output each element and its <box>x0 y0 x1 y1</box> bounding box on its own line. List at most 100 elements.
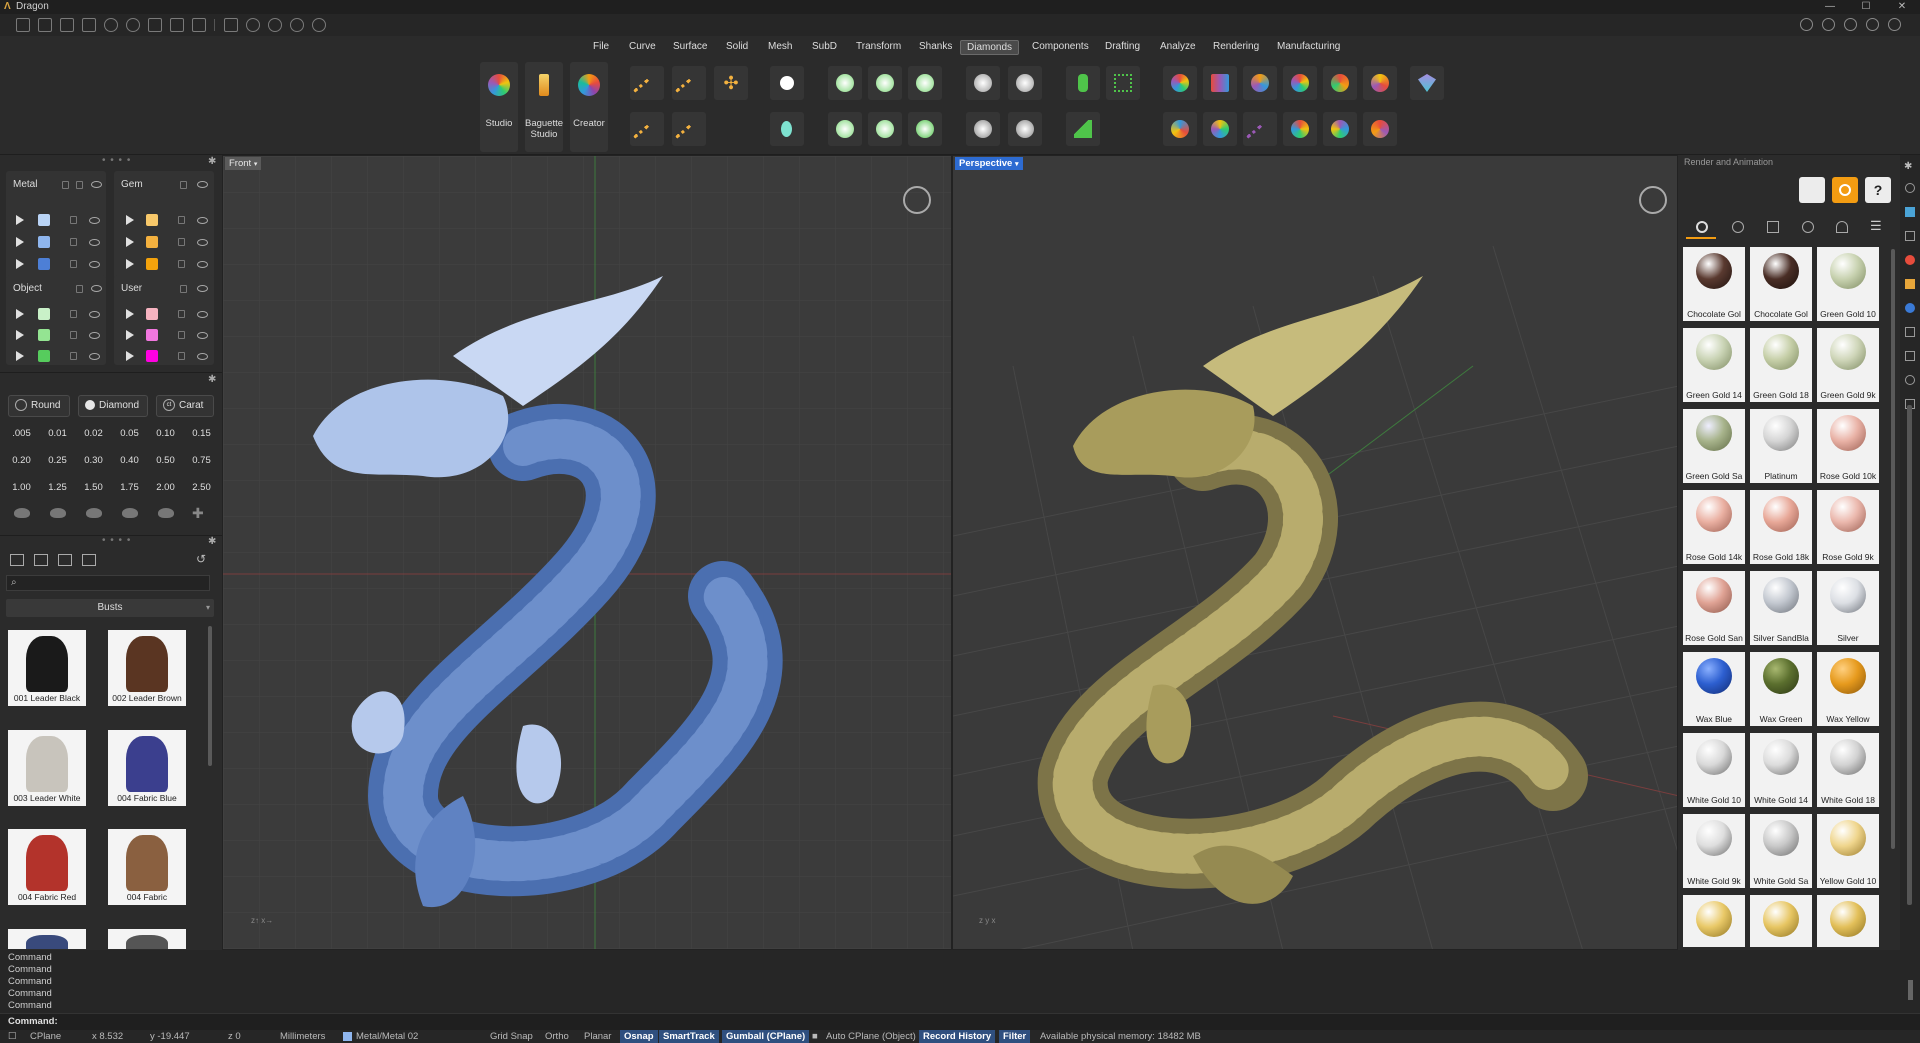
diamond-gem-type-button[interactable]: Diamond <box>78 395 148 417</box>
creator-button[interactable]: Creator <box>570 62 608 152</box>
library-item[interactable] <box>108 929 186 949</box>
gem-palette-button[interactable] <box>1283 66 1317 100</box>
panel-icon[interactable] <box>1800 18 1813 31</box>
prong-grid-button[interactable] <box>1106 66 1140 100</box>
material-item[interactable]: Green Gold Sa <box>1683 409 1745 483</box>
eye-icon[interactable] <box>89 239 100 246</box>
gem-size-cell[interactable]: 1.25 <box>42 477 73 499</box>
planar-toggle[interactable]: Planar <box>584 1030 611 1043</box>
channel-setting-button[interactable] <box>868 112 902 146</box>
material-item[interactable]: Rose Gold 10k <box>1817 409 1879 483</box>
eye-icon[interactable] <box>197 285 208 292</box>
gem-filter-button[interactable] <box>1363 66 1397 100</box>
menu-drafting[interactable]: Drafting <box>1099 40 1146 53</box>
light-icon[interactable] <box>1905 303 1915 313</box>
material-item[interactable] <box>1817 895 1879 947</box>
oval-gem-button[interactable] <box>770 112 804 146</box>
menu-subd[interactable]: SubD <box>806 40 843 53</box>
gear-icon[interactable]: ✱ <box>208 536 216 547</box>
layer-expand-icon[interactable] <box>126 351 134 361</box>
library-item[interactable]: 001 Leader Black <box>8 630 86 706</box>
material-item[interactable]: Green Gold 18 <box>1750 328 1812 402</box>
join-tool-icon[interactable] <box>290 18 304 32</box>
bezel-setting-button[interactable] <box>868 66 902 100</box>
layer-color-swatch[interactable] <box>146 329 158 341</box>
layer-color-swatch[interactable] <box>146 214 158 226</box>
import-folder-icon[interactable] <box>58 554 72 566</box>
material-item[interactable]: Chocolate Gol <box>1750 247 1812 321</box>
material-item[interactable]: White Gold 18 <box>1817 733 1879 807</box>
gem-size-cell[interactable]: 2.00 <box>150 477 181 499</box>
material-item[interactable]: Wax Yellow <box>1817 652 1879 726</box>
refresh-icon[interactable]: ↺ <box>196 552 206 566</box>
gem-size-cell[interactable]: 0.02 <box>78 423 109 445</box>
render-button[interactable] <box>1832 177 1858 203</box>
layer-expand-icon[interactable] <box>126 215 134 225</box>
cutter-tool-button[interactable] <box>1066 112 1100 146</box>
lock-icon[interactable] <box>178 331 185 339</box>
lock-icon[interactable] <box>180 285 187 293</box>
lock-icon[interactable] <box>180 181 187 189</box>
command-scrollbar[interactable] <box>1908 980 1913 1000</box>
render-settings-icon[interactable]: ☰ <box>1870 218 1882 234</box>
new-template-icon[interactable] <box>38 18 52 32</box>
osnap-toggle[interactable]: Osnap <box>620 1030 658 1043</box>
layer-color-swatch[interactable] <box>38 329 50 341</box>
gem-shape-icon[interactable] <box>50 508 66 518</box>
gem-size-cell[interactable]: 0.25 <box>42 450 73 472</box>
eye-icon[interactable] <box>197 217 208 224</box>
eye-icon[interactable] <box>89 261 100 268</box>
panel-grip[interactable]: • • • • <box>102 155 131 166</box>
eye-icon[interactable] <box>197 181 208 188</box>
eye-icon[interactable] <box>197 332 208 339</box>
environment-tab-icon[interactable] <box>1732 221 1744 233</box>
material-item[interactable]: Rose Gold 9k <box>1817 490 1879 564</box>
material-icon[interactable] <box>1905 279 1915 289</box>
gem-size-cell[interactable]: 0.15 <box>186 423 217 445</box>
lock-icon[interactable] <box>70 216 77 224</box>
layer-expand-icon[interactable] <box>16 309 24 319</box>
menu-components[interactable]: Components <box>1026 40 1095 53</box>
layer-expand-icon[interactable] <box>126 309 134 319</box>
layer-color-swatch[interactable] <box>146 350 158 362</box>
pave-surface-button[interactable] <box>966 112 1000 146</box>
carat-gem-type-button[interactable]: ct Carat <box>156 395 214 417</box>
lock-icon[interactable] <box>70 310 77 318</box>
gem-size-cell[interactable]: 1.50 <box>78 477 109 499</box>
eye-icon[interactable] <box>197 311 208 318</box>
lock-icon[interactable] <box>70 331 77 339</box>
gem-select-button[interactable] <box>1323 66 1357 100</box>
lock-icon[interactable] <box>70 238 77 246</box>
menu-curve[interactable]: Curve <box>623 40 662 53</box>
eye-icon[interactable] <box>89 311 100 318</box>
material-item[interactable]: Rose Gold San <box>1683 571 1745 645</box>
color-picker-icon[interactable] <box>1905 207 1915 217</box>
gem-analyze-button[interactable] <box>1243 66 1277 100</box>
material-item[interactable]: Rose Gold 14k <box>1683 490 1745 564</box>
materials-tab-icon[interactable] <box>1696 221 1708 233</box>
flower-setting-button[interactable] <box>908 112 942 146</box>
layer-expand-icon[interactable] <box>126 330 134 340</box>
material-item[interactable]: Silver <box>1817 571 1879 645</box>
folder-icon[interactable] <box>10 554 24 566</box>
gem-sort-button[interactable] <box>1283 112 1317 146</box>
gem-count-button[interactable] <box>1163 112 1197 146</box>
eye-icon[interactable] <box>89 332 100 339</box>
gems-by-two-points-button[interactable] <box>630 112 664 153</box>
menu-rendering[interactable]: Rendering <box>1207 40 1265 53</box>
baguette-studio-button[interactable]: Baguette Studio <box>525 62 563 152</box>
cutter-button[interactable] <box>828 112 862 146</box>
undo-icon[interactable] <box>104 18 118 32</box>
record-icon[interactable] <box>1905 255 1915 265</box>
menu-manufacturing[interactable]: Manufacturing <box>1271 40 1346 53</box>
material-item[interactable]: White Gold 10 <box>1683 733 1745 807</box>
current-layer-status[interactable]: Metal/Metal 02 <box>356 1030 418 1043</box>
layer-expand-icon[interactable] <box>16 237 24 247</box>
navigation-gizmo-icon[interactable] <box>903 186 931 214</box>
lock-icon[interactable] <box>178 216 185 224</box>
gem-size-cell[interactable]: 0.05 <box>114 423 145 445</box>
menu-transform[interactable]: Transform <box>850 40 907 53</box>
render-preview-button[interactable] <box>1799 177 1825 203</box>
layer-expand-icon[interactable] <box>16 351 24 361</box>
prong-tool-button[interactable] <box>1066 66 1100 100</box>
